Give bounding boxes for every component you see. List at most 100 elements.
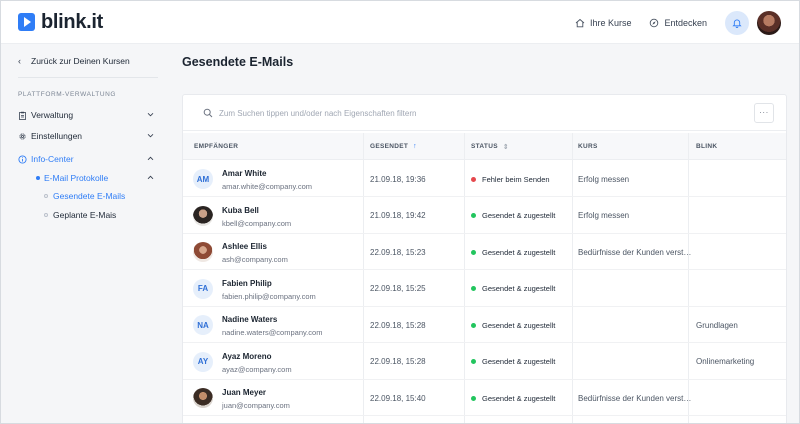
table-row[interactable]: FA Fabien Philip fabien.philip@company.com… [183, 271, 786, 307]
app-window: blink.it Ihre Kurse Entdecken ‹ Zurück z… [0, 0, 800, 424]
status-text: Gesendet & zugestellt [482, 320, 556, 330]
column-header-empfaenger-label: EMPFÄNGER [194, 143, 239, 150]
status-dot [471, 359, 476, 364]
table-row[interactable]: Ashlee Ellis ash@company.com 22.09.18, 15:… [183, 234, 786, 270]
sidebar-item-email-protokolle-label: E-Mail Protokolle [44, 173, 109, 183]
nav-entdecken-label: Entdecken [664, 18, 707, 28]
column-header-blink-label: BLINK [696, 143, 718, 150]
notifications-button[interactable] [725, 11, 749, 35]
status-dot [471, 395, 476, 401]
column-header-status-label: STATUS [471, 143, 498, 150]
nav-entdecken[interactable]: Entdecken [649, 18, 707, 28]
bullet-ring [44, 213, 48, 217]
emails-table-card: ··· EMPFÄNGER GESENDET ↑ STATUS ⇕ KURS B… [182, 94, 787, 423]
top-bar: blink.it Ihre Kurse Entdecken [1, 1, 799, 44]
recipient-name: Juan Meyer [222, 388, 267, 397]
user-avatar[interactable] [757, 11, 781, 35]
avatar: AY [193, 351, 213, 372]
sent-date: 22.09.18, 15:40 [370, 393, 426, 403]
clipboard-icon [18, 111, 27, 120]
info-icon [18, 154, 27, 164]
sent-date: 21.09.18, 19:42 [370, 211, 426, 220]
avatar: AM [193, 169, 213, 189]
column-header-kurs-label: KURS [578, 143, 598, 150]
status-badge: Gesendet & zugestellt [471, 234, 555, 270]
column-header-empfaenger[interactable]: EMPFÄNGER [194, 133, 238, 160]
status-badge: Gesendet & zugestellt [471, 198, 555, 234]
table-row[interactable]: AM Amar White amar.white@company.com 21.09.… [183, 161, 786, 197]
sent-date: 22.09.18, 15:25 [370, 284, 426, 293]
top-nav: Ihre Kurse Entdecken [575, 10, 781, 36]
avatar [193, 205, 213, 226]
sidebar-item-einstellungen[interactable]: Einstellungen [18, 129, 158, 143]
column-header-blink[interactable]: BLINK [696, 133, 717, 160]
sent-date: 22.09.18, 15:28 [370, 357, 426, 366]
compass-icon [650, 18, 659, 28]
table-header: EMPFÄNGER GESENDET ↑ STATUS ⇕ KURS BLINK [183, 133, 786, 160]
avatar [193, 242, 213, 262]
logo[interactable]: blink.it [18, 12, 103, 32]
table-row[interactable]: AY Ayaz Moreno ayaz@company.com 22.09.18, 1… [183, 344, 786, 380]
avatar: FA [193, 278, 213, 299]
sidebar-item-info-center[interactable]: Info-Center [18, 152, 158, 166]
table-row[interactable]: Kuba Bell kbell@company.com 21.09.18, 19:4… [183, 198, 786, 234]
bell-icon [732, 19, 742, 28]
search-input[interactable] [219, 105, 739, 121]
table-row[interactable]: NA Nadine Waters nadine.waters@company.com… [183, 307, 786, 343]
recipient-email: fabien.philip@company.com [222, 291, 316, 301]
logo-play-icon [18, 13, 35, 31]
sidebar-item-verwaltung[interactable]: Verwaltung [18, 108, 158, 122]
sidebar-item-gesendete-emails[interactable]: Gesendete E-Mails [44, 189, 125, 203]
status-badge: Fehler beim Senden [471, 161, 550, 197]
status-dot [471, 249, 476, 255]
search-bar: ··· [183, 95, 786, 131]
chevron-up-icon [147, 156, 154, 161]
recipient-email: juan@company.com [222, 401, 290, 410]
recipient-email: nadine.waters@company.com [222, 328, 323, 337]
chevron-up-icon [147, 175, 154, 180]
recipient-email: ayaz@company.com [222, 364, 292, 374]
column-header-kurs[interactable]: KURS [578, 133, 598, 160]
status-dot [471, 322, 476, 328]
sent-date: 22.09.18, 15:23 [370, 247, 426, 257]
sidebar-item-gesendete-emails-label: Gesendete E-Mails [53, 191, 126, 201]
sidebar-item-verwaltung-label: Verwaltung [31, 110, 74, 120]
status-dot [471, 176, 476, 182]
avatar: NA [193, 315, 213, 335]
sidebar-section-label: PLATTFORM-VERWALTUNG [18, 91, 117, 98]
recipient-name: Nadine Waters [222, 315, 278, 324]
blink-name: Onlinemarketing [696, 357, 755, 366]
recipient-name: Amar White [222, 169, 267, 178]
nav-ihre-kurse[interactable]: Ihre Kurse [575, 18, 631, 28]
table-row[interactable]: Juan Meyer juan@company.com 22.09.18, 15:4… [183, 380, 786, 416]
course-name: Erfolg messen [578, 174, 630, 184]
sidebar-item-geplante-emails[interactable]: Geplante E-Mais [44, 208, 116, 222]
sidebar-item-email-protokolle[interactable]: E-Mail Protokolle [36, 171, 158, 185]
back-link[interactable]: ‹ Zurück zur Deinen Kursen [18, 56, 130, 66]
status-dot [471, 213, 476, 218]
column-header-status[interactable]: STATUS ⇕ [471, 133, 509, 160]
recipient-email: ash@company.com [222, 255, 288, 264]
sort-neutral-icon: ⇕ [502, 143, 510, 151]
recipient-email: amar.white@company.com [222, 182, 313, 191]
gear-icon [18, 132, 27, 141]
avatar [193, 388, 213, 408]
sent-date: 22.09.18, 15:28 [370, 320, 426, 330]
course-name: Erfolg messen [578, 211, 630, 220]
course-name: Bedürfnisse der Kunden verst… [578, 393, 692, 403]
search-icon [203, 108, 213, 118]
more-options-button[interactable]: ··· [754, 103, 774, 123]
column-header-gesendet-label: GESENDET [370, 143, 409, 150]
chevron-down-icon [147, 112, 154, 117]
status-text: Gesendet & zugestellt [482, 247, 556, 257]
status-badge: Gesendet & zugestellt [471, 344, 555, 380]
logo-text: blink.it [41, 11, 104, 33]
status-badge: Gesendet & zugestellt [471, 380, 555, 416]
chevron-left-icon: ‹ [18, 56, 21, 66]
sort-ascending-icon: ↑ [413, 143, 417, 150]
status-dot [471, 286, 476, 291]
column-header-gesendet[interactable]: GESENDET ↑ [370, 133, 417, 160]
home-icon [575, 18, 585, 28]
status-text: Gesendet & zugestellt [482, 357, 556, 366]
chevron-down-icon [147, 133, 154, 138]
